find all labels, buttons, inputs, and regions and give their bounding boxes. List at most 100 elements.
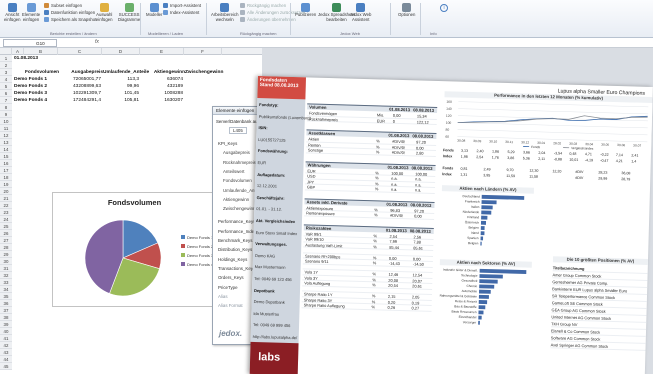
- fx-icon[interactable]: fx: [95, 39, 99, 45]
- ribbon-small-button-5[interactable]: Rückgängig machen: [240, 3, 286, 8]
- row-header[interactable]: 32: [0, 272, 12, 279]
- row-header[interactable]: 43: [0, 349, 12, 356]
- row-header[interactable]: 17: [0, 167, 12, 174]
- tree-item[interactable]: Holdings_Keys: [218, 257, 247, 262]
- row-header[interactable]: 2: [0, 62, 12, 69]
- ribbon-button-9[interactable]: Optionen: [398, 3, 415, 18]
- row-header[interactable]: 16: [0, 160, 12, 167]
- row-header[interactable]: 11: [0, 125, 12, 132]
- tree-item[interactable]: Alias: [218, 294, 228, 299]
- row-header[interactable]: 6: [0, 90, 12, 97]
- ribbon-small-button-6[interactable]: Alle Änderungen zurücksetzen: [240, 10, 305, 15]
- tree-item[interactable]: Anteilswert: [223, 169, 244, 174]
- tree-item[interactable]: Orders_Keys: [218, 275, 244, 280]
- row-header[interactable]: 42: [0, 342, 12, 349]
- info-icon[interactable]: i: [440, 4, 448, 12]
- server-select[interactable]: L405: [229, 127, 247, 134]
- row-header[interactable]: 33: [0, 279, 12, 286]
- cell[interactable]: Ausgabepreis: [59, 70, 103, 75]
- ribbon-button-5[interactable]: Arbeitsbereich wechseln: [211, 3, 238, 22]
- cell[interactable]: 1008288: [140, 91, 183, 96]
- row-header[interactable]: 37: [0, 307, 12, 314]
- tree-item[interactable]: Zwischengewinn: [223, 206, 255, 211]
- tree-item[interactable]: Performance_Index: [218, 229, 256, 234]
- row-header[interactable]: 44: [0, 356, 12, 363]
- cell[interactable]: 113,3: [102, 77, 139, 82]
- row-header[interactable]: 14: [0, 146, 12, 153]
- cell[interactable]: 99,96: [102, 84, 139, 89]
- ribbon-small-button-2[interactable]: Speichern als Snapshot: [44, 17, 96, 22]
- tree-item[interactable]: Ausgabepreis: [223, 150, 250, 155]
- row-header[interactable]: 30: [0, 258, 12, 265]
- cell[interactable]: 172484291,4: [58, 98, 101, 103]
- cell[interactable]: Umlaufende_Anteile: [103, 70, 149, 75]
- tree-item[interactable]: Benchmark_Keys: [218, 238, 252, 243]
- tree-item[interactable]: KPI_Keys: [218, 141, 237, 146]
- column-header[interactable]: D: [102, 48, 140, 55]
- ribbon-button-2[interactable]: Auswahl einfügen: [96, 3, 113, 22]
- tree-item[interactable]: Distribution_Keys: [218, 247, 252, 252]
- cell[interactable]: 72065001,77: [58, 77, 101, 82]
- row-header[interactable]: 1: [0, 55, 12, 62]
- row-header[interactable]: 9: [0, 111, 12, 118]
- row-header[interactable]: 20: [0, 188, 12, 195]
- row-header[interactable]: 10: [0, 118, 12, 125]
- column-header[interactable]: C: [58, 48, 102, 55]
- ribbon-small-button-3[interactable]: Import-Assistent: [163, 3, 201, 8]
- cell[interactable]: Demo Fonds 2: [14, 84, 59, 89]
- cell[interactable]: Demo Fonds 3: [14, 91, 59, 96]
- cell[interactable]: 101,45: [102, 91, 139, 96]
- row-header[interactable]: 22: [0, 202, 12, 209]
- row-header[interactable]: 21: [0, 195, 12, 202]
- ribbon-small-button-7[interactable]: Änderungen übernehmen: [240, 17, 296, 22]
- row-header[interactable]: 8: [0, 104, 12, 111]
- row-header[interactable]: 29: [0, 251, 12, 258]
- row-header[interactable]: 26: [0, 230, 12, 237]
- cell[interactable]: Zwischengewinn: [185, 70, 223, 75]
- cell[interactable]: 43208899,63: [58, 84, 101, 89]
- name-box[interactable]: G10: [3, 39, 57, 47]
- cell[interactable]: 105,81: [102, 98, 139, 103]
- cell[interactable]: 1630207: [140, 98, 183, 103]
- ribbon-small-button-4[interactable]: Index-Assistent: [163, 10, 199, 15]
- ribbon-button-3[interactable]: SUCCESS Diagramme: [118, 3, 140, 22]
- ribbon-small-button-1[interactable]: Datenfunktion einfügen: [44, 10, 95, 15]
- row-header[interactable]: 18: [0, 174, 12, 181]
- row-header[interactable]: 38: [0, 314, 12, 321]
- ribbon-button-8[interactable]: Jedox Web Assistent: [350, 3, 371, 22]
- cell[interactable]: Demo Fonds 4: [14, 98, 59, 103]
- column-header[interactable]: E: [140, 48, 184, 55]
- ribbon-button-1[interactable]: Elemente einfügen: [22, 3, 40, 22]
- row-header[interactable]: 23: [0, 209, 12, 216]
- cell[interactable]: 01.08.2013: [14, 56, 74, 61]
- column-header[interactable]: F: [184, 48, 222, 55]
- tree-item[interactable]: Rücknahmepreis: [223, 160, 256, 165]
- column-header[interactable]: B: [24, 48, 58, 55]
- tree-item[interactable]: Fondsvolumen: [223, 178, 252, 183]
- row-header[interactable]: 31: [0, 265, 12, 272]
- row-header[interactable]: 24: [0, 216, 12, 223]
- corner-cell[interactable]: [0, 48, 12, 55]
- row-header[interactable]: 41: [0, 335, 12, 342]
- cell[interactable]: 102291309,7: [58, 91, 101, 96]
- row-header[interactable]: 35: [0, 293, 12, 300]
- row-header[interactable]: 3: [0, 69, 12, 76]
- row-header[interactable]: 39: [0, 321, 12, 328]
- row-header[interactable]: 45: [0, 363, 12, 370]
- column-header[interactable]: A: [12, 48, 24, 55]
- row-header[interactable]: 12: [0, 132, 12, 139]
- tree-item[interactable]: Performance_Keys: [218, 219, 255, 224]
- row-header[interactable]: 28: [0, 244, 12, 251]
- row-header[interactable]: 7: [0, 97, 12, 104]
- ribbon-small-button-0[interactable]: Subset einfügen: [44, 3, 82, 8]
- cell[interactable]: 432189: [140, 84, 183, 89]
- row-header[interactable]: 27: [0, 237, 12, 244]
- cell[interactable]: Fondsvolumen: [25, 70, 59, 75]
- row-header[interactable]: 4: [0, 76, 12, 83]
- tree-item[interactable]: Alias Format: [218, 303, 243, 308]
- cell[interactable]: Demo Fonds 1: [14, 77, 59, 82]
- row-header[interactable]: 15: [0, 153, 12, 160]
- cell[interactable]: Aktiengewinn: [141, 70, 185, 75]
- row-header[interactable]: 34: [0, 286, 12, 293]
- row-header[interactable]: 40: [0, 328, 12, 335]
